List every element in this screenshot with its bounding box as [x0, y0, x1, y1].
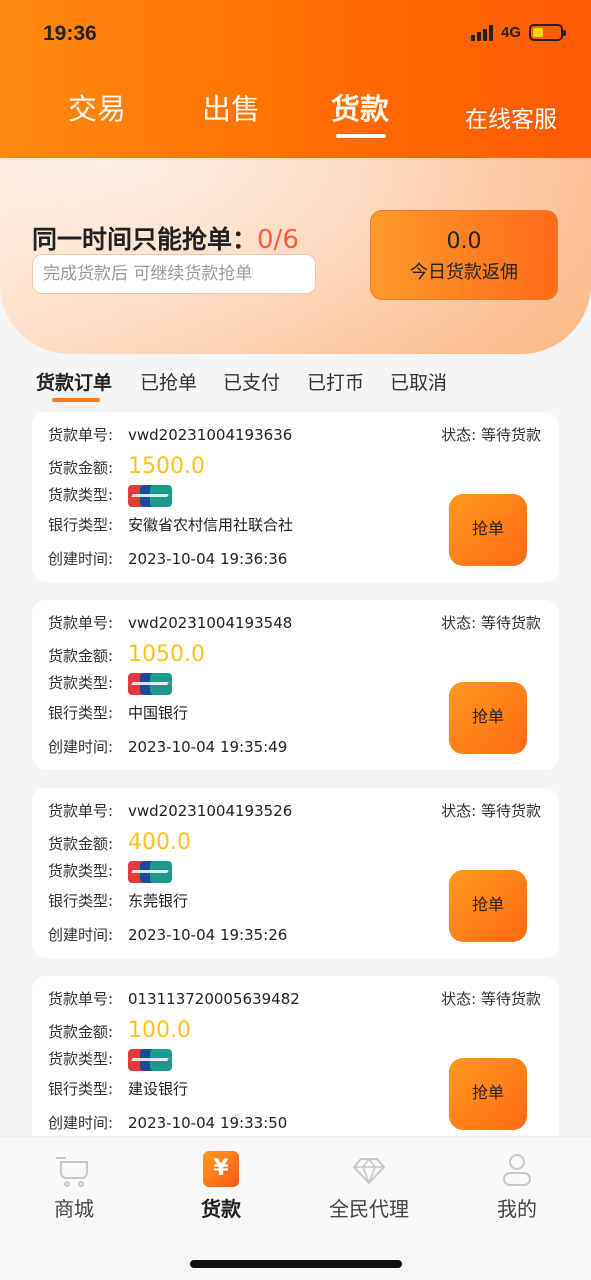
order-filter-tabs: 货款订单 已抢单 已支付 已打币 已取消 — [0, 360, 591, 404]
subtab-indicator — [52, 398, 100, 402]
top-nav: 交易 出售 货款 在线客服 — [0, 86, 591, 142]
summary-panel: 同一时间只能抢单：0/6 完成货款后 可继续货款抢单 0.0 今日货款返佣 — [0, 158, 591, 354]
amount-row: 货款金额: 400.0 — [48, 830, 191, 855]
rebate-value: 0.0 — [446, 229, 482, 254]
type-row: 货款类型: — [48, 860, 172, 883]
created-time: 2023-10-04 19:33:50 — [128, 1114, 288, 1132]
order-status: 状态: 等待货款 — [441, 426, 541, 444]
user-icon — [499, 1151, 535, 1187]
created-row: 创建时间: 2023-10-04 19:35:26 — [48, 926, 288, 944]
bank-row: 银行类型: 安徽省农村信用社联合社 — [48, 516, 294, 534]
grab-limit-label: 同一时间只能抢单： — [32, 225, 258, 254]
order-no-row: 货款单号: vwd20231004193526 — [48, 802, 293, 820]
home-indicator[interactable] — [190, 1260, 402, 1268]
battery-icon — [529, 24, 566, 41]
grab-limit-count: 0/6 — [257, 225, 299, 255]
order-card: 货款单号: vwd20231004193526 状态: 等待货款 货款金额: 400… — [32, 788, 559, 958]
amount-row: 货款金额: 1050.0 — [48, 642, 205, 667]
active-tab-indicator — [336, 134, 386, 138]
bank-name: 东莞银行 — [128, 892, 189, 910]
grab-limit: 同一时间只能抢单：0/6 — [32, 220, 299, 256]
tab-payment[interactable]: 货款 — [331, 86, 389, 128]
yen-icon: ¥ — [203, 1151, 239, 1187]
grab-order-button[interactable]: 抢单 — [449, 494, 527, 566]
signal-icon — [470, 24, 493, 41]
unionpay-card-icon — [128, 672, 172, 695]
bank-name: 安徽省农村信用社联合社 — [128, 516, 294, 534]
status-bar: 19:36 4G — [0, 18, 591, 54]
bank-row: 银行类型: 东莞银行 — [48, 892, 189, 910]
network-type: 4G — [500, 24, 521, 41]
tabbar-item-payment[interactable]: ¥ 货款 — [161, 1151, 281, 1222]
amount-row: 货款金额: 1500.0 — [48, 454, 205, 479]
order-card: 货款单号: vwd20231004193636 状态: 等待货款 货款金额: 150… — [32, 412, 559, 582]
created-time: 2023-10-04 19:36:36 — [128, 550, 288, 568]
tabbar-item-mall[interactable]: 商城 — [14, 1151, 134, 1222]
order-no-row: 货款单号: vwd20231004193548 — [48, 614, 293, 632]
grab-hint: 完成货款后 可继续货款抢单 — [32, 254, 316, 294]
subtab-cancelled[interactable]: 已取消 — [390, 368, 447, 395]
status-time: 19:36 — [43, 22, 97, 45]
order-amount: 1500.0 — [128, 454, 205, 479]
order-no: vwd20231004193636 — [128, 426, 293, 444]
grab-order-button[interactable]: 抢单 — [449, 1058, 527, 1130]
subtab-paid[interactable]: 已支付 — [223, 368, 280, 395]
order-no-row: 货款单号: 013113720005639482 — [48, 990, 300, 1008]
subtab-coin-sent[interactable]: 已打币 — [307, 368, 364, 395]
tabbar-label: 货款 — [201, 1197, 241, 1221]
today-rebate-card[interactable]: 0.0 今日货款返佣 — [370, 210, 558, 300]
order-no-row: 货款单号: vwd20231004193636 — [48, 426, 293, 444]
order-no: vwd20231004193548 — [128, 614, 293, 632]
tabbar-label: 商城 — [54, 1197, 94, 1221]
grab-order-button[interactable]: 抢单 — [449, 682, 527, 754]
order-card: 货款单号: vwd20231004193548 状态: 等待货款 货款金额: 105… — [32, 600, 559, 770]
tabbar-item-agent[interactable]: 全民代理 — [309, 1151, 429, 1222]
amount-row: 货款金额: 100.0 — [48, 1018, 191, 1043]
created-row: 创建时间: 2023-10-04 19:36:36 — [48, 550, 288, 568]
order-amount: 100.0 — [128, 1018, 191, 1043]
order-status: 状态: 等待货款 — [441, 990, 541, 1008]
order-amount: 1050.0 — [128, 642, 205, 667]
order-no: vwd20231004193526 — [128, 802, 293, 820]
order-status: 状态: 等待货款 — [441, 802, 541, 820]
bank-row: 银行类型: 建设银行 — [48, 1080, 189, 1098]
unionpay-card-icon — [128, 1048, 172, 1071]
grab-order-button[interactable]: 抢单 — [449, 870, 527, 942]
online-service-link[interactable]: 在线客服 — [465, 100, 557, 134]
created-time: 2023-10-04 19:35:26 — [128, 926, 288, 944]
tabbar-label: 我的 — [497, 1197, 537, 1221]
rebate-label: 今日货款返佣 — [410, 262, 518, 283]
type-row: 货款类型: — [48, 484, 172, 507]
tab-trade[interactable]: 交易 — [68, 86, 126, 128]
unionpay-card-icon — [128, 860, 172, 883]
order-amount: 400.0 — [128, 830, 191, 855]
diamond-icon — [351, 1151, 387, 1187]
created-row: 创建时间: 2023-10-04 19:33:50 — [48, 1114, 288, 1132]
cart-icon — [56, 1151, 92, 1187]
bottom-tab-bar: 商城 ¥ 货款 全民代理 我的 — [0, 1136, 591, 1280]
tabbar-item-me[interactable]: 我的 — [457, 1151, 577, 1222]
created-row: 创建时间: 2023-10-04 19:35:49 — [48, 738, 288, 756]
tabbar-label: 全民代理 — [329, 1197, 409, 1221]
bank-row: 银行类型: 中国银行 — [48, 704, 189, 722]
status-indicators: 4G — [470, 24, 566, 41]
bank-name: 中国银行 — [128, 704, 189, 722]
created-time: 2023-10-04 19:35:49 — [128, 738, 288, 756]
order-card: 货款单号: 013113720005639482 状态: 等待货款 货款金额: 10… — [32, 976, 559, 1146]
order-no: 013113720005639482 — [128, 990, 300, 1008]
tab-sell[interactable]: 出售 — [202, 86, 260, 128]
order-status: 状态: 等待货款 — [441, 614, 541, 632]
unionpay-card-icon — [128, 484, 172, 507]
type-row: 货款类型: — [48, 1048, 172, 1071]
subtab-grabbed[interactable]: 已抢单 — [140, 368, 197, 395]
subtab-payment-orders[interactable]: 货款订单 — [36, 368, 112, 395]
type-row: 货款类型: — [48, 672, 172, 695]
app-header: 19:36 4G 交易 出售 货款 在线客服 — [0, 0, 591, 160]
bank-name: 建设银行 — [128, 1080, 189, 1098]
